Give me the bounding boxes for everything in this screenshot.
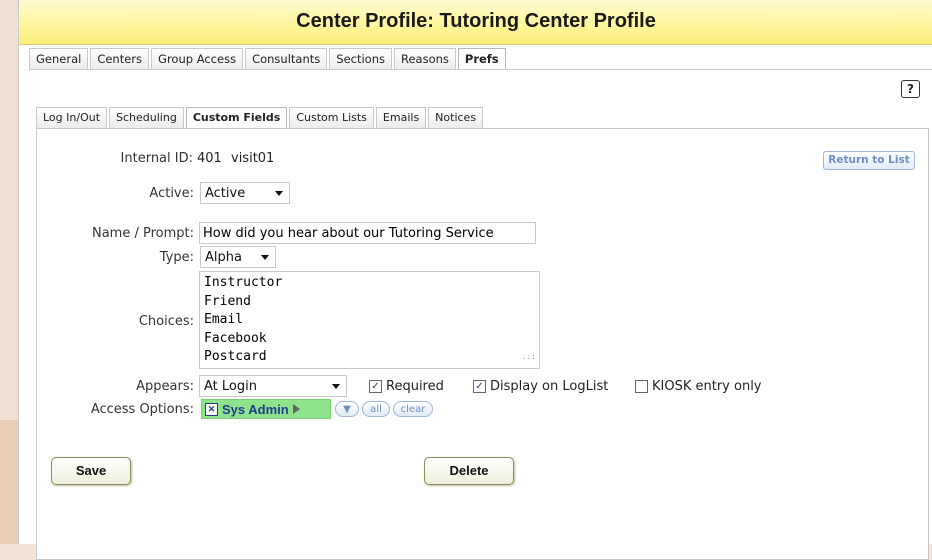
type-label: Type: xyxy=(159,250,194,265)
tab-centers[interactable]: Centers xyxy=(90,48,150,69)
tab-reasons[interactable]: Reasons xyxy=(393,48,456,69)
page-title: Center Profile: Tutoring Center Profile xyxy=(296,10,656,32)
delete-button[interactable]: Delete xyxy=(424,457,514,485)
internal-code-value: visit01 xyxy=(231,151,275,166)
active-label: Active: xyxy=(149,186,194,201)
choice-line: Email xyxy=(204,312,244,327)
tab-divider xyxy=(29,69,932,70)
active-select-value: Active xyxy=(205,186,246,201)
tab-prefs[interactable]: Prefs xyxy=(457,48,506,69)
kiosk-entry-only-checkbox[interactable] xyxy=(635,380,648,393)
display-on-loglist-checkbox-group[interactable]: ✓ Display on LogList xyxy=(473,379,608,394)
access-chip-sys-admin[interactable]: ✕ Sys Admin xyxy=(201,399,331,419)
access-dropdown-button[interactable]: ▼ xyxy=(335,401,359,417)
access-all-button[interactable]: all xyxy=(362,401,390,417)
display-on-loglist-checkbox[interactable]: ✓ xyxy=(473,380,486,393)
subtab-notices[interactable]: Notices xyxy=(428,107,484,128)
chevron-down-icon xyxy=(261,255,269,260)
access-clear-button[interactable]: clear xyxy=(393,401,433,417)
subtab-custom-lists[interactable]: Custom Lists xyxy=(289,107,374,128)
type-select[interactable]: Alpha xyxy=(200,246,276,268)
save-button[interactable]: Save xyxy=(51,457,131,485)
left-decor-block xyxy=(0,420,18,544)
main-tab-bar: General Centers Group Access Consultants… xyxy=(29,48,508,70)
active-select[interactable]: Active xyxy=(200,182,290,204)
center-profile-window: Center Profile: Tutoring Center Profile … xyxy=(18,0,932,560)
appears-select[interactable]: At Login xyxy=(199,375,347,397)
chip-label: Sys Admin xyxy=(222,401,289,417)
choices-label: Choices: xyxy=(138,314,194,329)
choice-line: Facebook xyxy=(204,330,267,346)
remove-chip-icon[interactable]: ✕ xyxy=(205,402,218,416)
prefs-sub-tab-bar: Log In/Out Scheduling Custom Fields Cust… xyxy=(36,107,485,129)
subtab-custom-fields[interactable]: Custom Fields xyxy=(185,107,288,128)
chevron-down-icon xyxy=(332,384,340,389)
appears-select-value: At Login xyxy=(204,379,257,394)
kiosk-entry-only-label: KIOSK entry only xyxy=(652,379,762,394)
name-prompt-label: Name / Prompt: xyxy=(91,226,194,241)
internal-id-value: 401 xyxy=(197,151,222,166)
required-checkbox-group[interactable]: ✓ Required xyxy=(369,379,444,394)
tab-sections[interactable]: Sections xyxy=(329,48,392,69)
choices-textarea[interactable]: Instructor Friend Email Facebook Postcar… xyxy=(199,271,540,369)
choice-line: Postcard xyxy=(204,349,267,364)
tab-group-access[interactable]: Group Access xyxy=(151,48,244,69)
internal-id-label: Internal ID: xyxy=(120,151,193,166)
kiosk-entry-only-checkbox-group[interactable]: KIOSK entry only xyxy=(635,379,762,394)
subtab-log-in-out[interactable]: Log In/Out xyxy=(36,107,108,128)
title-bar: Center Profile: Tutoring Center Profile xyxy=(19,0,932,45)
subtab-scheduling[interactable]: Scheduling xyxy=(109,107,184,128)
required-checkbox[interactable]: ✓ xyxy=(369,380,382,393)
name-prompt-input[interactable]: How did you hear about our Tutoring Serv… xyxy=(199,222,536,244)
tab-general[interactable]: General xyxy=(29,48,89,69)
return-to-list-button[interactable]: Return to List xyxy=(823,151,915,170)
return-to-list-label: Return to List xyxy=(828,154,910,166)
resize-grip-icon[interactable]: .:: xyxy=(522,348,536,367)
help-icon[interactable]: ? xyxy=(901,80,920,98)
tab-consultants[interactable]: Consultants xyxy=(245,48,328,69)
subtab-emails[interactable]: Emails xyxy=(375,107,427,128)
appears-label: Appears: xyxy=(136,379,194,394)
chevron-down-icon xyxy=(275,191,283,196)
choice-line: Instructor xyxy=(204,275,283,290)
access-options-label: Access Options: xyxy=(90,402,194,417)
required-label: Required xyxy=(386,379,444,394)
triangle-right-icon[interactable] xyxy=(292,404,300,414)
display-on-loglist-label: Display on LogList xyxy=(490,379,609,394)
type-select-value: Alpha xyxy=(205,250,242,265)
choice-line: Friend xyxy=(204,293,251,309)
